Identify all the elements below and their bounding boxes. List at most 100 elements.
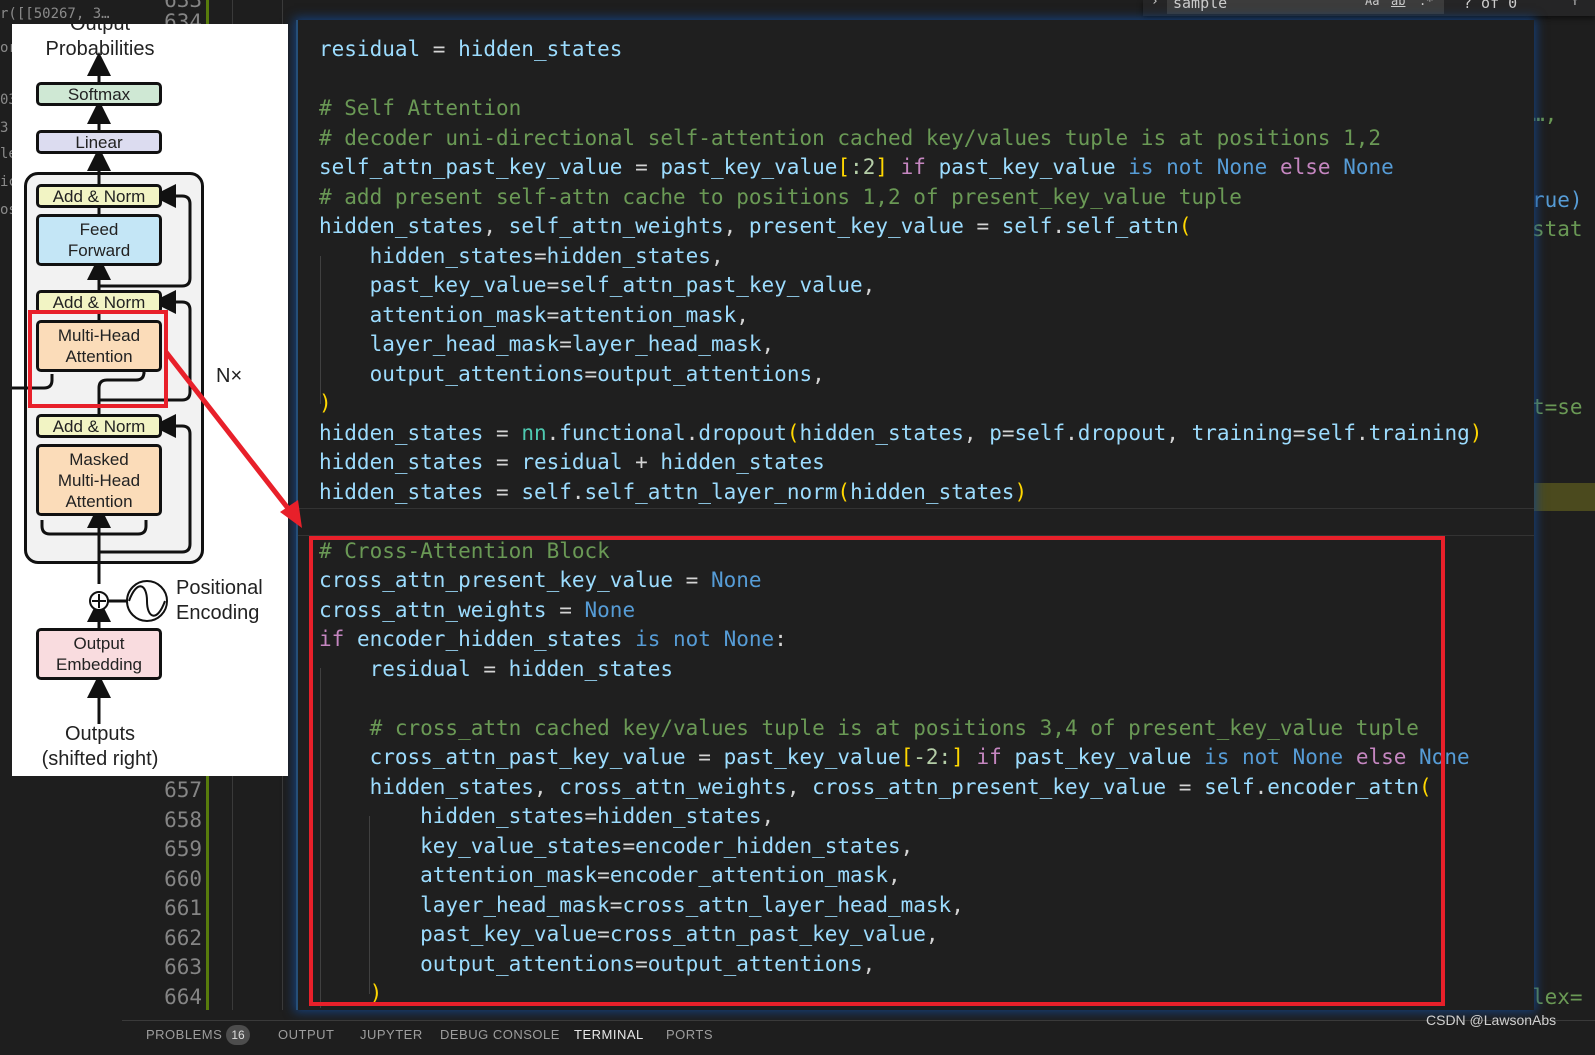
add-norm-block: Add & Norm	[36, 184, 162, 208]
tab-problems[interactable]: PROBLEMS	[146, 1027, 222, 1042]
code-token: past_key_value	[938, 155, 1116, 179]
regex-icon[interactable]: .*	[1419, 0, 1433, 8]
line-number: 660	[164, 867, 202, 891]
code-token: ,	[812, 361, 825, 386]
code-token: # decoder uni-directional self-attention…	[319, 125, 1382, 150]
previous-match-icon[interactable]: ↑	[1571, 0, 1579, 9]
toggle-replace-icon[interactable]: ›	[1151, 0, 1159, 9]
nx-label: N×	[216, 365, 243, 387]
code-fragment: …,	[1532, 102, 1558, 126]
code-token: =	[559, 332, 572, 356]
code-token: ,	[963, 420, 990, 445]
code-token: ,	[710, 243, 724, 268]
code-token: training	[1191, 420, 1293, 445]
code-token: None	[1343, 155, 1394, 179]
code-token: ]	[875, 155, 888, 179]
code-line: output_attentions=output_attentions,	[319, 360, 825, 389]
code-token: training	[1368, 420, 1470, 445]
separator	[298, 508, 1534, 509]
code-token: self	[1305, 420, 1356, 445]
code-line: residual = hidden_states	[319, 35, 622, 64]
linear-block: Linear	[36, 130, 162, 154]
code-token: =	[533, 243, 547, 268]
code-fragment: stat	[1532, 217, 1583, 241]
code-token: present_key_value	[748, 214, 964, 238]
watermark: CSDN @LawsonAbs	[1426, 1012, 1557, 1028]
code-fragment: lex=	[1532, 985, 1583, 1009]
code-token: .	[1355, 420, 1369, 445]
masked-attention-block: Masked Multi-Head Attention	[36, 444, 162, 516]
code-token: residual	[521, 450, 623, 474]
code-token: self_attn	[1065, 214, 1179, 238]
line-number: 658	[164, 808, 202, 832]
code-token: self	[1001, 214, 1053, 238]
tab-ports[interactable]: PORTS	[666, 1027, 713, 1042]
code-token: p	[989, 420, 1002, 445]
code-token: =	[546, 302, 560, 327]
code-token: if	[888, 155, 939, 179]
code-token: layer_head_mask	[319, 332, 560, 356]
tab-output[interactable]: OUTPUT	[278, 1027, 334, 1042]
line-number: 657	[164, 778, 202, 802]
cross-attention-highlight	[309, 536, 1445, 1006]
tab-jupyter[interactable]: JUPYTER	[360, 1027, 423, 1042]
code-token: hidden_states	[850, 479, 1015, 504]
code-token: =	[1001, 420, 1015, 445]
code-token: ,	[1166, 420, 1192, 445]
code-line: layer_head_mask=layer_head_mask,	[319, 330, 775, 359]
code-token: nn	[521, 420, 547, 445]
code-line: hidden_states = residual + hidden_states	[319, 448, 825, 477]
outputs-label: Outputs (shifted right)	[41, 723, 159, 770]
code-line: self_attn_past_key_value = past_key_valu…	[319, 153, 1394, 182]
code-token: =	[483, 450, 522, 474]
background-editor-code: …, rue) stat t=se lex=	[1530, 20, 1595, 1020]
code-line: hidden_states=hidden_states,	[319, 242, 724, 271]
code-token: hidden_states	[319, 450, 484, 474]
code-token: past_key_value	[319, 273, 547, 297]
code-token: self_attn_past_key_value	[319, 155, 623, 179]
code-fragment: rue)	[1532, 188, 1583, 212]
tab-terminal[interactable]: TERMINAL	[574, 1027, 644, 1042]
tab-debug-console[interactable]: DEBUG CONSOLE	[440, 1027, 560, 1042]
code-token: self	[521, 479, 572, 504]
code-token: ,	[862, 273, 876, 297]
code-token: else	[1267, 155, 1344, 179]
code-token: hidden_states	[319, 243, 534, 268]
match-case-icon[interactable]: Aa	[1365, 0, 1379, 8]
code-token: None	[1216, 155, 1268, 179]
code-token: ,	[723, 214, 749, 238]
line-number: 662	[164, 926, 202, 950]
code-token: ,	[761, 332, 775, 356]
code-token: output_attentions	[319, 361, 585, 386]
softmax-block: Softmax	[36, 82, 162, 106]
code-token: =	[546, 273, 560, 297]
line-number: 663	[164, 955, 202, 979]
code-token: =	[483, 420, 522, 445]
code-token: self_attn_layer_norm	[584, 479, 838, 504]
code-token: (	[786, 420, 800, 445]
code-token: =	[584, 361, 598, 386]
feed-forward-block: Feed Forward	[36, 214, 162, 266]
whole-word-icon[interactable]: ab	[1391, 0, 1405, 8]
code-line: # decoder uni-directional self-attention…	[319, 124, 1381, 153]
code-line: hidden_states = nn.functional.dropout(hi…	[319, 419, 1482, 448]
code-token: =	[622, 155, 661, 179]
code-token: hidden_states	[799, 420, 964, 445]
line-number: 664	[164, 985, 202, 1009]
find-widget: › sample Aa ab .* ? of 0 ↑	[1143, 0, 1595, 16]
code-token: =	[963, 214, 1002, 238]
code-token: hidden_states	[319, 479, 484, 504]
code-token: hidden_states	[319, 214, 484, 238]
code-token: attention_mask	[559, 302, 737, 327]
code-token: ,	[483, 214, 509, 238]
code-token: =	[420, 37, 459, 61]
code-token: )	[319, 391, 332, 415]
code-token: past_key_value	[660, 155, 838, 179]
output-line: r([[50267, 3…	[0, 6, 110, 22]
code-token: .	[546, 420, 560, 445]
code-token: layer_head_mask	[571, 332, 762, 356]
code-token: self	[1014, 420, 1066, 445]
code-token: hidden_states	[458, 37, 623, 61]
code-token: )	[1469, 420, 1483, 445]
code-token: :2	[850, 155, 876, 179]
